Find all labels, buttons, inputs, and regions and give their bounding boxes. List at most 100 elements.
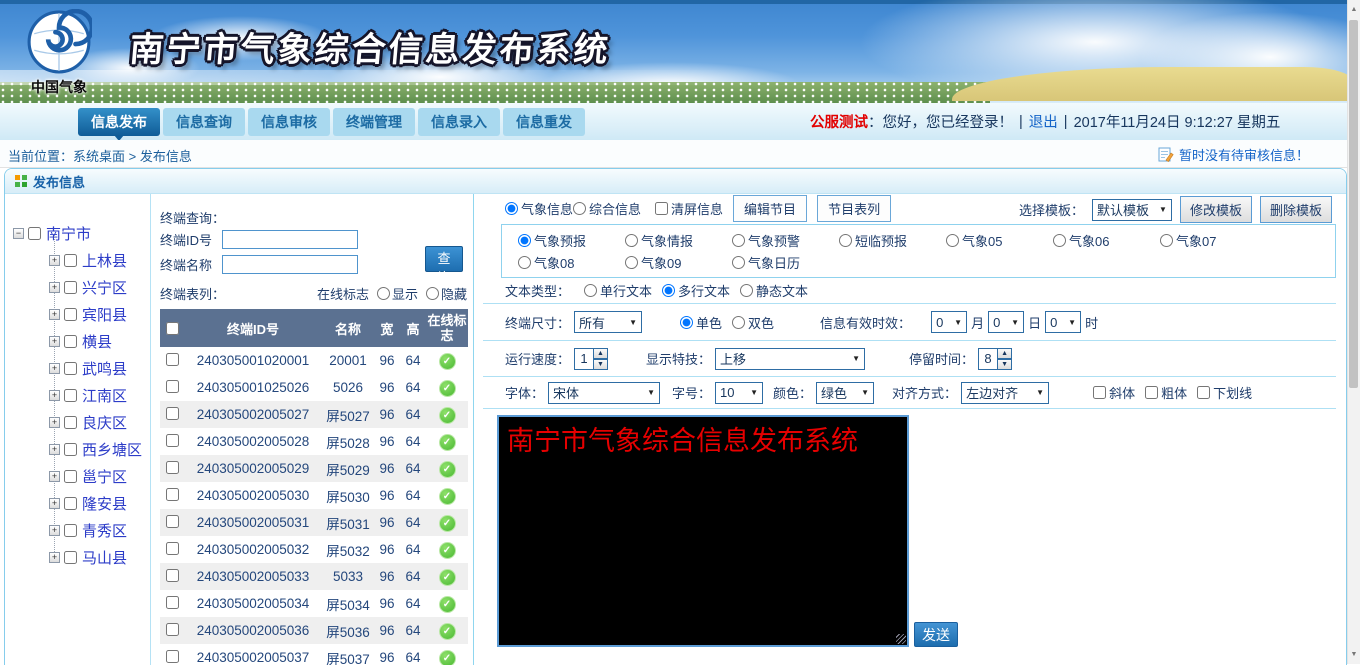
tree-item-label[interactable]: 兴宁区	[82, 277, 127, 298]
category-radio[interactable]	[1160, 234, 1173, 247]
tree-item-label[interactable]: 武鸣县	[82, 358, 127, 379]
style-checkbox[interactable]	[1197, 386, 1210, 399]
expand-icon[interactable]: +	[49, 282, 60, 293]
collapse-icon[interactable]: −	[13, 228, 24, 239]
category-radio[interactable]	[1053, 234, 1066, 247]
spin-up-icon[interactable]: ▲	[998, 348, 1012, 359]
row-checkbox[interactable]	[166, 542, 179, 555]
tree-item-checkbox[interactable]	[64, 551, 77, 564]
row-checkbox[interactable]	[166, 461, 179, 474]
tree-item-label[interactable]: 横县	[82, 331, 112, 352]
tree-item-checkbox[interactable]	[64, 443, 77, 456]
expand-icon[interactable]: +	[49, 309, 60, 320]
validity-month-select[interactable]: 0	[931, 311, 967, 333]
scroll-down-icon[interactable]: ▼	[1348, 647, 1360, 662]
tree-item-checkbox[interactable]	[64, 362, 77, 375]
nav-tab[interactable]: 信息录入	[418, 108, 500, 136]
font-select[interactable]: 宋体	[548, 382, 660, 404]
category-radio[interactable]	[839, 234, 852, 247]
style-checkbox[interactable]	[1093, 386, 1106, 399]
tree-item-label[interactable]: 马山县	[82, 547, 127, 568]
tree-item-label[interactable]: 邕宁区	[82, 466, 127, 487]
tree-item-label[interactable]: 上林县	[82, 250, 127, 271]
delete-template-button[interactable]: 删除模板	[1260, 196, 1332, 223]
validity-hour-select[interactable]: 0	[1045, 311, 1081, 333]
category-radio[interactable]	[518, 256, 531, 269]
category-radio[interactable]	[518, 234, 531, 247]
tree-item-label[interactable]: 西乡塘区	[82, 439, 142, 460]
expand-icon[interactable]: +	[49, 444, 60, 455]
category-radio[interactable]	[946, 234, 959, 247]
tree-item-checkbox[interactable]	[64, 308, 77, 321]
info-type-radio[interactable]	[573, 202, 586, 215]
clear-screen-checkbox[interactable]	[655, 202, 668, 215]
tree-item-checkbox[interactable]	[64, 281, 77, 294]
expand-icon[interactable]: +	[49, 363, 60, 374]
speed-stepper[interactable]: 1 ▲▼	[574, 348, 608, 370]
expand-icon[interactable]: +	[49, 255, 60, 266]
validity-day-select[interactable]: 0	[988, 311, 1024, 333]
breadcrumb-path[interactable]: 系统桌面 > 发布信息	[73, 149, 192, 164]
row-checkbox[interactable]	[166, 515, 179, 528]
nav-tab[interactable]: 信息发布	[78, 108, 160, 136]
row-checkbox[interactable]	[166, 434, 179, 447]
terminal-id-input[interactable]	[222, 230, 358, 249]
expand-icon[interactable]: +	[49, 471, 60, 482]
nav-tab[interactable]: 信息重发	[503, 108, 585, 136]
text-type-radio[interactable]	[662, 284, 675, 297]
tree-item-checkbox[interactable]	[64, 416, 77, 429]
color-select[interactable]: 绿色	[816, 382, 874, 404]
audit-notice[interactable]: 暂时没有待审核信息！	[1158, 145, 1309, 164]
search-button[interactable]: 查询	[425, 246, 463, 272]
expand-icon[interactable]: +	[49, 336, 60, 347]
align-select[interactable]: 左边对齐	[961, 382, 1049, 404]
tree-item-label[interactable]: 青秀区	[82, 520, 127, 541]
category-radio[interactable]	[732, 234, 745, 247]
logout-link[interactable]: 退出	[1029, 111, 1058, 132]
category-radio[interactable]	[732, 256, 745, 269]
effect-select[interactable]: 上移	[715, 348, 865, 370]
scrollbar-thumb[interactable]	[1349, 20, 1358, 388]
online-show-radio[interactable]	[377, 287, 390, 300]
nav-tab[interactable]: 终端管理	[333, 108, 415, 136]
nav-tab[interactable]: 信息查询	[163, 108, 245, 136]
edit-program-button[interactable]: 编辑节目	[733, 195, 807, 222]
message-preview[interactable]: 南宁市气象综合信息发布系统	[497, 415, 909, 647]
spin-down-icon[interactable]: ▼	[594, 359, 608, 370]
vertical-scrollbar[interactable]: ▲ ▼	[1347, 0, 1360, 664]
terminal-name-input[interactable]	[222, 255, 358, 274]
tree-item-checkbox[interactable]	[64, 254, 77, 267]
tree-item-checkbox[interactable]	[64, 524, 77, 537]
tree-item-label[interactable]: 江南区	[82, 385, 127, 406]
font-size-select[interactable]: 10	[715, 382, 763, 404]
send-button[interactable]: 发送	[914, 622, 958, 647]
expand-icon[interactable]: +	[49, 552, 60, 563]
row-checkbox[interactable]	[166, 569, 179, 582]
text-type-radio[interactable]	[740, 284, 753, 297]
spin-up-icon[interactable]: ▲	[594, 348, 608, 359]
tree-item-label[interactable]: 隆安县	[82, 493, 127, 514]
info-type-radio[interactable]	[505, 202, 518, 215]
row-checkbox[interactable]	[166, 623, 179, 636]
expand-icon[interactable]: +	[49, 498, 60, 509]
tree-item-label[interactable]: 宾阳县	[82, 304, 127, 325]
color-mode-radio[interactable]	[680, 316, 693, 329]
online-hide-radio[interactable]	[426, 287, 439, 300]
tree-item-checkbox[interactable]	[64, 389, 77, 402]
expand-icon[interactable]: +	[49, 525, 60, 536]
tree-root-checkbox[interactable]	[28, 227, 41, 240]
modify-template-button[interactable]: 修改模板	[1180, 196, 1252, 223]
template-select[interactable]: 默认模板	[1092, 199, 1172, 221]
expand-icon[interactable]: +	[49, 390, 60, 401]
expand-icon[interactable]: +	[49, 417, 60, 428]
program-list-button[interactable]: 节目表列	[817, 195, 891, 222]
stay-stepper[interactable]: 8 ▲▼	[978, 348, 1012, 370]
tree-item-checkbox[interactable]	[64, 470, 77, 483]
tree-root-label[interactable]: 南宁市	[46, 223, 91, 244]
nav-tab[interactable]: 信息审核	[248, 108, 330, 136]
text-type-radio[interactable]	[584, 284, 597, 297]
resize-handle-icon[interactable]	[896, 634, 906, 644]
row-checkbox[interactable]	[166, 353, 179, 366]
tree-item-checkbox[interactable]	[64, 497, 77, 510]
tree-item-checkbox[interactable]	[64, 335, 77, 348]
